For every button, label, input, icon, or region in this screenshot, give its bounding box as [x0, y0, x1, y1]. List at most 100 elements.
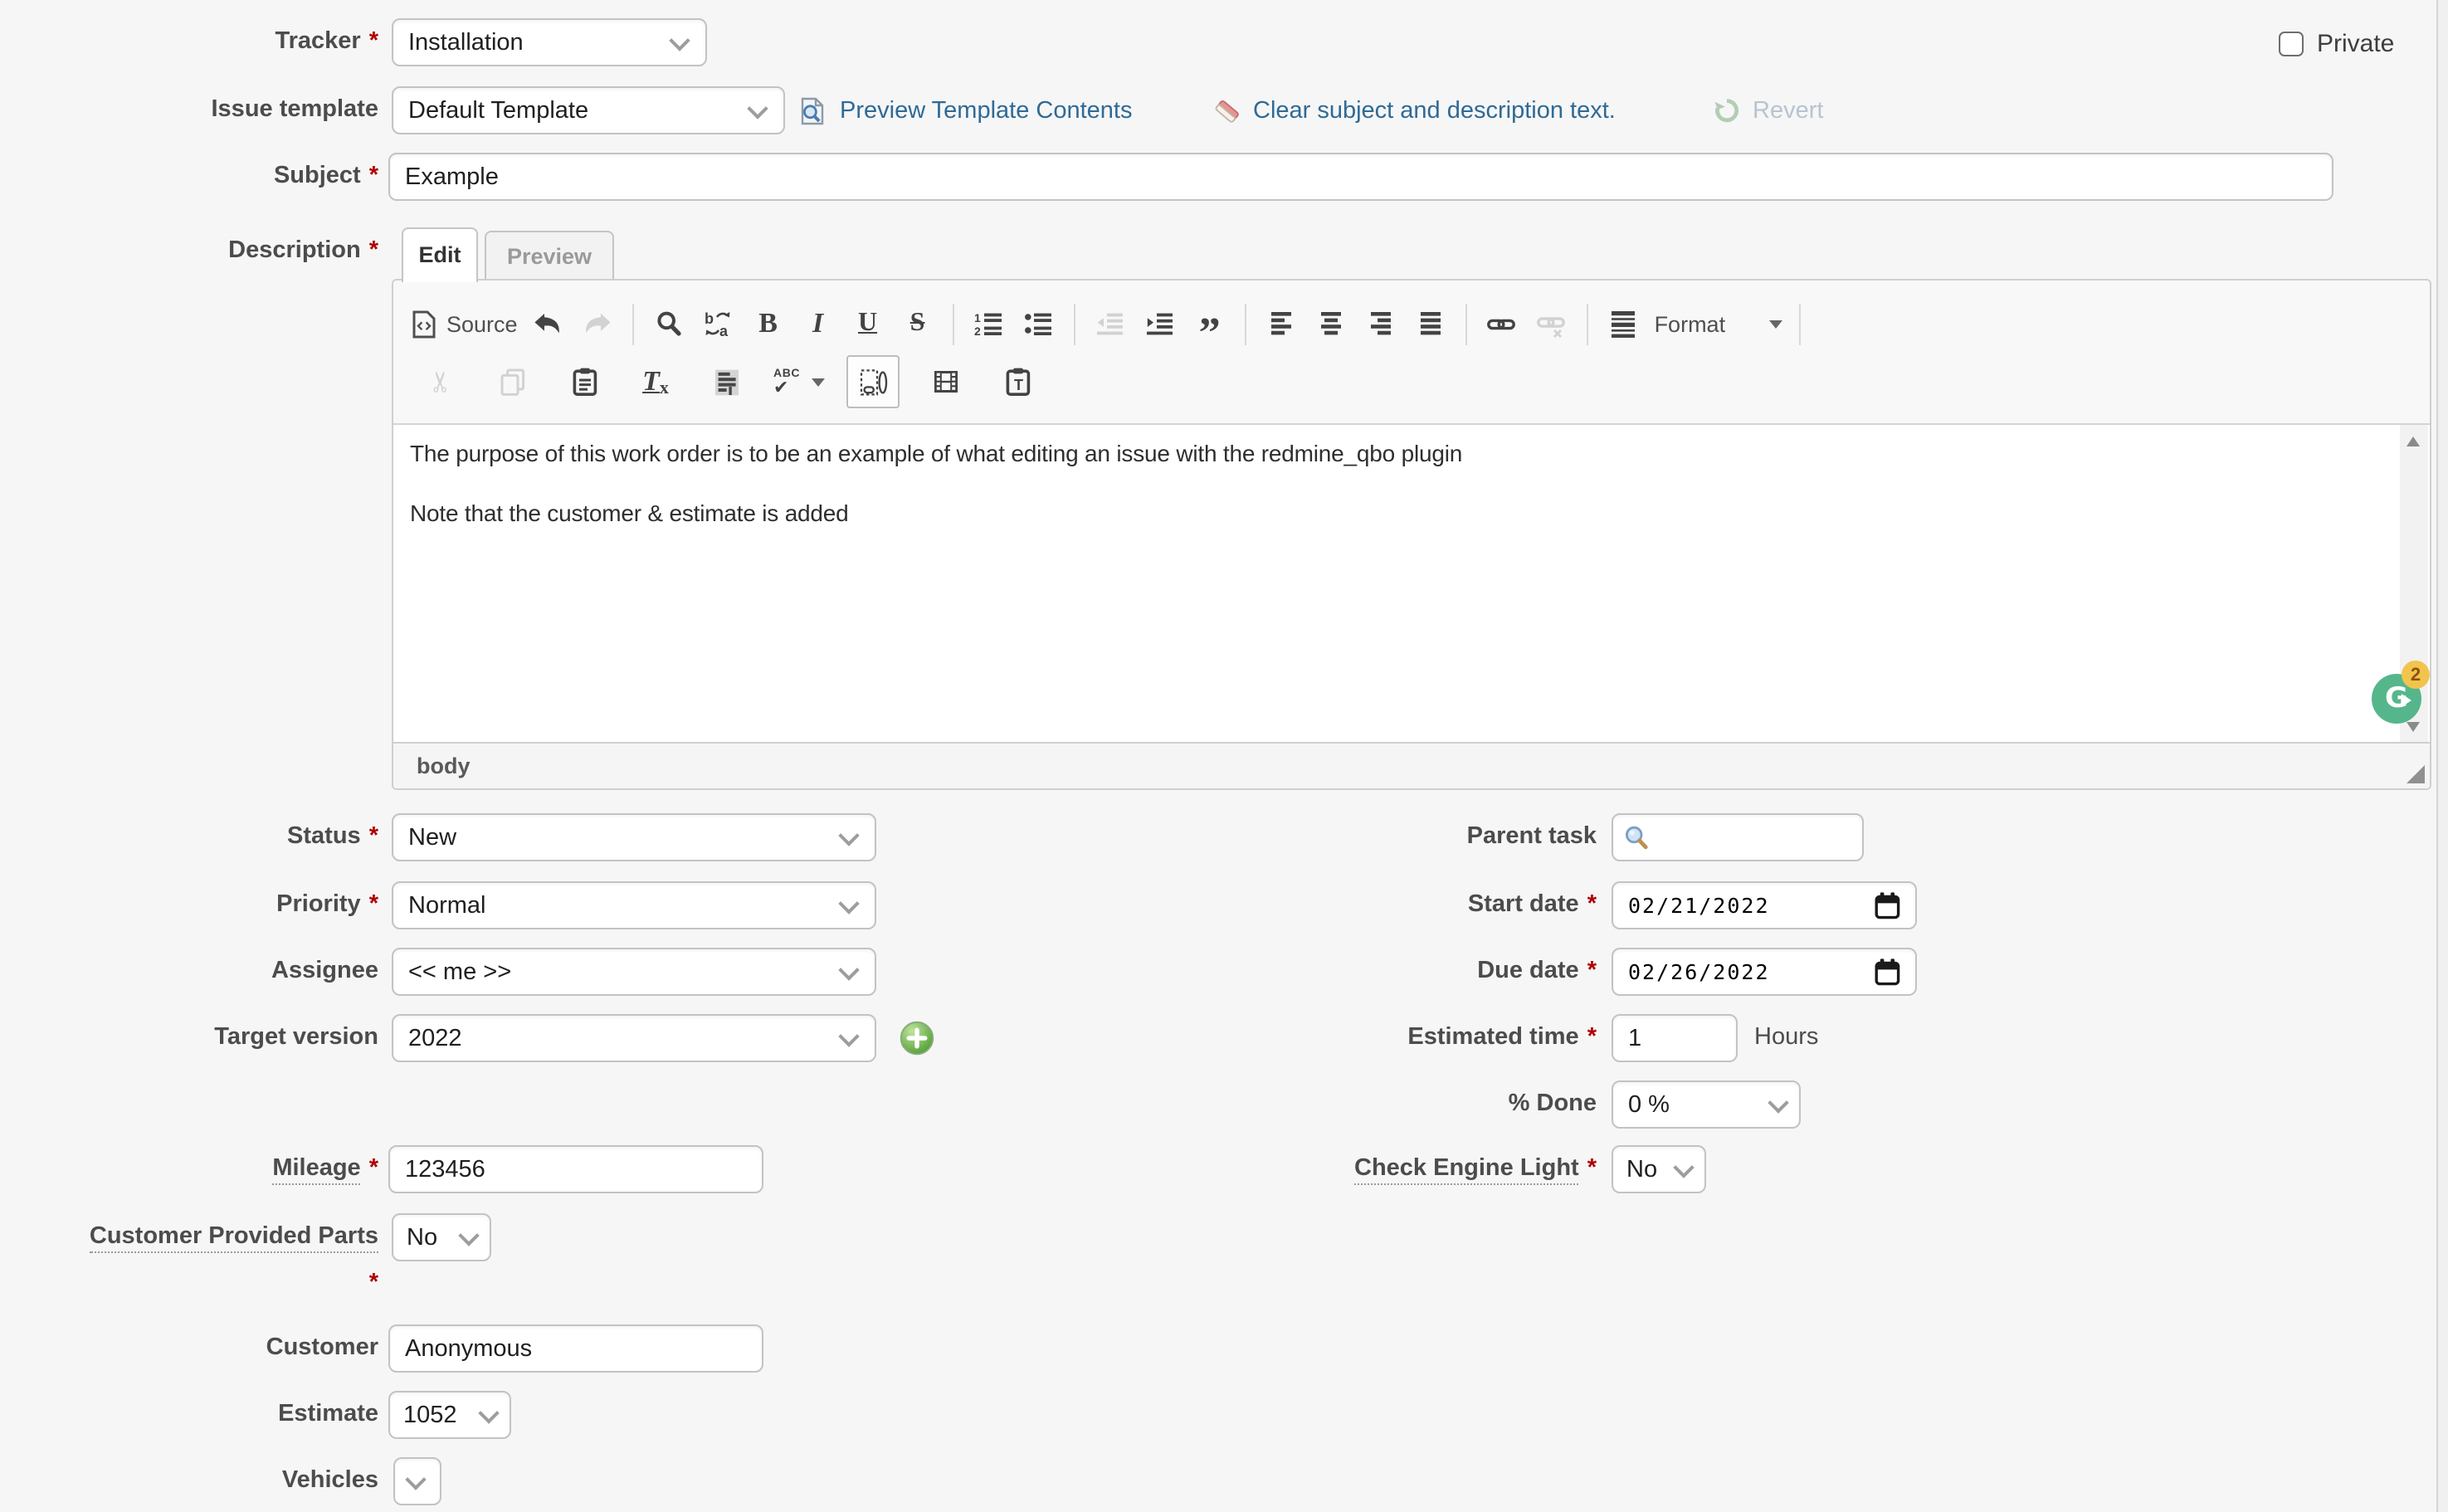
copy-button[interactable] [488, 358, 538, 405]
svg-text:2: 2 [975, 324, 982, 336]
issue-template-label: Issue template [0, 86, 378, 134]
revert-link[interactable]: Revert [1713, 86, 1823, 134]
find-button[interactable] [644, 300, 694, 347]
show-blocks-icon [859, 368, 887, 396]
assignee-select[interactable]: << me >> [392, 948, 876, 996]
justify-icon [1417, 312, 1444, 335]
bold-button[interactable]: B [744, 300, 793, 347]
start-date-input[interactable]: 02/21/2022 [1612, 881, 1917, 929]
estimated-time-input[interactable] [1612, 1014, 1738, 1062]
strikethrough-button[interactable]: S [893, 300, 943, 347]
estimate-select[interactable]: 1052 [388, 1391, 511, 1439]
chevron-down-icon [812, 378, 825, 386]
tab-preview[interactable]: Preview [485, 231, 614, 280]
blockquote-button[interactable]: ” [1185, 290, 1235, 357]
increase-indent-icon [1146, 311, 1174, 336]
bullet-list-button[interactable] [1014, 300, 1064, 347]
paste-plain-text-button[interactable]: T [992, 358, 1042, 405]
calendar-icon[interactable] [1874, 891, 1902, 919]
replace-icon: ba [705, 310, 733, 337]
status-label: Status* [0, 813, 378, 861]
element-path: body [417, 754, 471, 778]
format-dropdown[interactable]: Format [1648, 311, 1789, 336]
toolbar-separator [1798, 303, 1800, 344]
due-date-input[interactable]: 02/26/2022 [1612, 948, 1917, 996]
cut-button[interactable]: ✂ [417, 358, 466, 405]
remove-format-button[interactable]: Tx [631, 358, 680, 405]
mileage-input[interactable] [388, 1145, 763, 1193]
preview-document-icon [798, 95, 828, 125]
customer-provided-parts-select[interactable]: No [392, 1213, 491, 1261]
description-paragraph: Note that the customer & estimate is add… [393, 498, 2430, 528]
redo-icon [583, 311, 612, 336]
target-version-select[interactable]: 2022 [392, 1014, 876, 1062]
add-version-button[interactable] [900, 1021, 934, 1056]
toolbar-separator [1245, 303, 1246, 344]
numbered-list-button[interactable]: 12 [964, 300, 1014, 347]
due-date-label: Due date* [996, 948, 1597, 996]
start-date-label: Start date* [996, 881, 1597, 929]
tab-edit[interactable]: Edit [402, 227, 478, 282]
editor-status-bar: body [393, 742, 2430, 788]
priority-select[interactable]: Normal [392, 881, 876, 929]
italic-button[interactable]: I [793, 300, 843, 347]
align-left-icon [1268, 312, 1295, 335]
show-blocks-button[interactable] [846, 355, 900, 408]
description-paragraph: The purpose of this work order is to be … [393, 438, 2430, 468]
justify-button[interactable] [1406, 300, 1456, 347]
status-select[interactable]: New [392, 813, 876, 861]
unlink-icon [1538, 310, 1566, 338]
preview-template-link[interactable]: Preview Template Contents [798, 86, 1133, 134]
undo-button[interactable] [523, 300, 573, 347]
issue-template-select[interactable]: Default Template [392, 86, 785, 134]
resize-handle-icon[interactable] [2407, 765, 2425, 783]
svg-text:T: T [1013, 377, 1022, 393]
grammarly-widget[interactable]: G 2 [2372, 661, 2448, 727]
chevron-down-icon [478, 1402, 499, 1422]
link-button[interactable] [1477, 300, 1527, 347]
select-all-button[interactable] [702, 358, 752, 405]
tracker-select[interactable]: Installation [392, 18, 707, 66]
checkmark-icon: ✔ [773, 378, 788, 396]
customer-label: Customer [0, 1324, 378, 1373]
spellcheck-button[interactable]: ABC ✔ [773, 368, 800, 396]
redo-button[interactable] [573, 300, 622, 347]
unlink-button[interactable] [1527, 300, 1577, 347]
vehicles-select[interactable] [393, 1457, 441, 1505]
line-height-button[interactable] [1598, 300, 1648, 347]
search-magnifier-icon [1623, 824, 1650, 851]
cut-icon: ✂ [425, 370, 458, 394]
parent-task-input[interactable] [1612, 813, 1864, 861]
media-button[interactable] [921, 358, 971, 405]
private-checkbox[interactable] [2279, 32, 2304, 56]
subject-input[interactable] [388, 153, 2333, 201]
priority-label: Priority* [0, 881, 378, 929]
page-scrollbar-gutter[interactable] [2436, 0, 2448, 1512]
mileage-label: Mileage* [0, 1145, 378, 1193]
chevron-down-icon [405, 1468, 426, 1489]
line-height-icon [1610, 310, 1636, 338]
clear-subject-description-link[interactable]: Clear subject and description text. [1213, 86, 1616, 134]
align-right-button[interactable] [1356, 300, 1406, 347]
paste-plain-text-icon: T [1003, 367, 1031, 397]
chevron-down-icon [1673, 1156, 1694, 1177]
calendar-icon[interactable] [1874, 958, 1902, 986]
undo-icon [533, 311, 563, 336]
underline-button[interactable]: U [843, 300, 893, 347]
tracker-label: Tracker* [0, 18, 378, 66]
description-editor-content[interactable]: The purpose of this work order is to be … [393, 425, 2430, 744]
source-icon [412, 310, 436, 338]
align-left-button[interactable] [1256, 300, 1306, 347]
customer-input[interactable] [388, 1324, 763, 1373]
source-button[interactable]: Source [407, 300, 523, 347]
replace-button[interactable]: ba [694, 300, 744, 347]
check-engine-light-label: Check Engine Light* [996, 1145, 1597, 1193]
percent-done-select[interactable]: 0 % [1612, 1080, 1801, 1129]
check-engine-light-select[interactable]: No [1612, 1145, 1706, 1193]
align-center-button[interactable] [1306, 300, 1356, 347]
increase-indent-button[interactable] [1135, 300, 1185, 347]
decrease-indent-button[interactable] [1085, 300, 1135, 347]
assignee-label: Assignee [0, 948, 378, 996]
paste-button[interactable] [559, 358, 609, 405]
svg-text:a: a [720, 323, 729, 337]
